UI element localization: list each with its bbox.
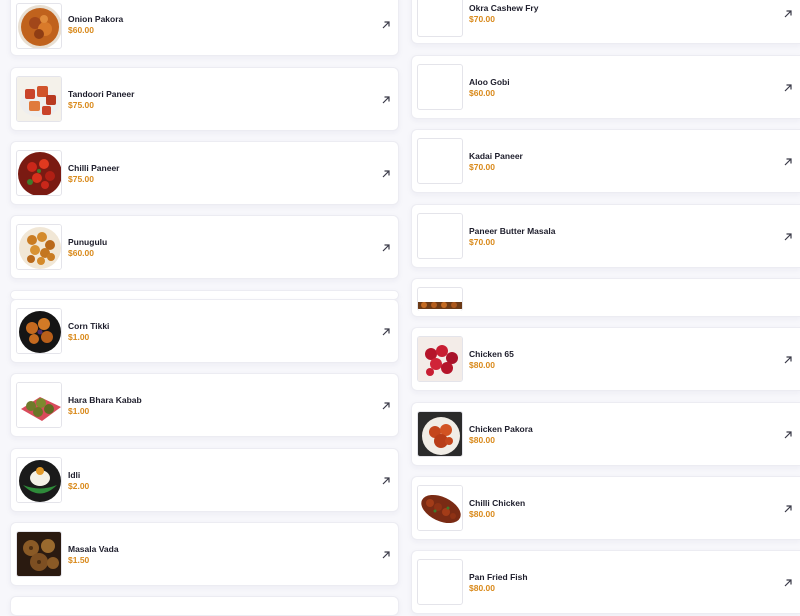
item-price: $80.00 (469, 360, 495, 370)
arrow-up-right-icon[interactable] (782, 82, 794, 94)
arrow-up-right-icon[interactable] (782, 429, 794, 441)
arrow-up-right-icon[interactable] (380, 168, 392, 180)
arrow-up-right-icon[interactable] (782, 503, 794, 515)
item-price: $70.00 (469, 162, 495, 172)
menu-item-card[interactable]: Chilli Chicken $80.00 (411, 476, 800, 540)
item-price: $60.00 (68, 25, 94, 35)
item-name: Tandoori Paneer (68, 89, 135, 99)
empty-image (417, 0, 463, 37)
item-price: $1.00 (68, 406, 90, 416)
menu-item-card[interactable]: Hara Bhara Kabab $1.00 (10, 373, 399, 437)
menu-item-card[interactable]: Idli $2.00 (10, 448, 399, 512)
item-name: Hara Bhara Kabab (68, 395, 142, 405)
arrow-up-right-icon[interactable] (380, 94, 392, 106)
item-price: $60.00 (469, 88, 495, 98)
menu-item-card[interactable]: Punugulu $60.00 (10, 215, 399, 279)
item-name: Masala Vada (68, 544, 119, 554)
chilli-chicken-image (417, 485, 463, 531)
item-name: Chicken 65 (469, 349, 514, 359)
idli-image (16, 457, 62, 503)
arrow-up-right-icon[interactable] (782, 577, 794, 589)
item-name: Onion Pakora (68, 14, 124, 24)
menu-item-card[interactable] (411, 278, 800, 317)
tandoori-paneer-image (16, 76, 62, 122)
chicken-pakora-image (417, 411, 463, 457)
item-price: $80.00 (469, 435, 495, 445)
item-price: $1.00 (68, 332, 90, 342)
item-price: $80.00 (469, 509, 495, 519)
item-price: $80.00 (469, 583, 495, 593)
punugulu-image (16, 224, 62, 270)
item-name: Pan Fried Fish (469, 572, 528, 582)
empty-image (417, 213, 463, 259)
item-price: $2.00 (68, 481, 90, 491)
menu-item-card[interactable]: Okra Cashew Fry $70.00 (411, 0, 800, 44)
arrow-up-right-icon[interactable] (782, 8, 794, 20)
menu-item-card[interactable]: Chilli Paneer $75.00 (10, 141, 399, 205)
item-price: $75.00 (68, 100, 94, 110)
item-price: $75.00 (68, 174, 94, 184)
item-name: Chilli Paneer (68, 163, 120, 173)
arrow-up-right-icon[interactable] (782, 156, 794, 168)
arrow-up-right-icon[interactable] (380, 400, 392, 412)
menu-item-card[interactable]: Chicken 65 $80.00 (411, 327, 800, 391)
item-name: Punugulu (68, 237, 108, 247)
arrow-up-right-icon[interactable] (380, 549, 392, 561)
menu-item-card[interactable]: Kadai Paneer $70.00 (411, 129, 800, 193)
item-name: Chilli Chicken (469, 498, 526, 508)
onion-pakora-image (16, 3, 62, 49)
arrow-up-right-icon[interactable] (782, 231, 794, 243)
item-name: Kadai Paneer (469, 151, 523, 161)
menu-item-card-edge (10, 596, 399, 616)
arrow-up-right-icon[interactable] (380, 19, 392, 31)
menu-item-card[interactable]: Masala Vada $1.50 (10, 522, 399, 586)
corn-tikki-image (16, 308, 62, 354)
item-price: $1.50 (68, 555, 90, 565)
item-name: Aloo Gobi (469, 77, 510, 87)
item-price: $70.00 (469, 14, 495, 24)
hara-bhara-kabab-image (16, 382, 62, 428)
menu-item-card[interactable]: Onion Pakora $60.00 (10, 0, 399, 56)
menu-item-card[interactable]: Corn Tikki $1.00 (10, 299, 399, 363)
item-name: Paneer Butter Masala (469, 226, 556, 236)
menu-item-card[interactable]: Aloo Gobi $60.00 (411, 55, 800, 119)
item-price: $60.00 (68, 248, 94, 258)
empty-image (417, 559, 463, 605)
item-price: $70.00 (469, 237, 495, 247)
menu-item-card[interactable]: Pan Fried Fish $80.00 (411, 550, 800, 614)
arrow-up-right-icon[interactable] (380, 475, 392, 487)
chilli-paneer-image (16, 150, 62, 196)
empty-image (417, 138, 463, 184)
chicken-65-image (417, 336, 463, 382)
item-name: Idli (68, 470, 81, 480)
menu-item-card[interactable]: Chicken Pakora $80.00 (411, 402, 800, 466)
item-name: Chicken Pakora (469, 424, 533, 434)
partial-image (417, 287, 463, 311)
arrow-up-right-icon[interactable] (782, 354, 794, 366)
masala-vada-image (16, 531, 62, 577)
item-name: Corn Tikki (68, 321, 110, 331)
arrow-up-right-icon[interactable] (380, 326, 392, 338)
empty-image (417, 64, 463, 110)
menu-item-card[interactable]: Tandoori Paneer $75.00 (10, 67, 399, 131)
arrow-up-right-icon[interactable] (380, 242, 392, 254)
item-name: Okra Cashew Fry (469, 3, 539, 13)
menu-item-card[interactable]: Paneer Butter Masala $70.00 (411, 204, 800, 268)
